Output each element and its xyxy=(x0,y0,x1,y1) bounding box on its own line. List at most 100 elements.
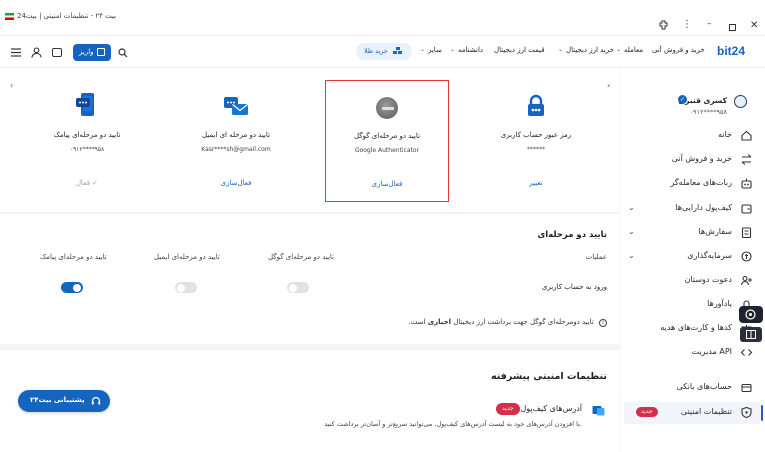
toggle-sms[interactable] xyxy=(61,282,83,293)
sms-active-status: فعال ✓ xyxy=(27,179,147,187)
email-chat-icon xyxy=(224,97,248,115)
note-text: تایید دومرحله‌ای گوگل جهت برداشت ارز دیج… xyxy=(453,318,594,326)
logo[interactable]: bit24 xyxy=(717,45,745,57)
sidebar-item-label: دعوت دوستان xyxy=(684,275,732,284)
col-sms: تایید دو مرحله‌ای پیامک xyxy=(40,253,107,261)
sidebar-item-home[interactable]: خانه xyxy=(624,125,760,147)
maximize-icon[interactable] xyxy=(729,24,736,31)
orders-icon xyxy=(741,227,752,239)
buy-gold-label: خرید طلا xyxy=(364,47,388,55)
chat-icon xyxy=(745,309,756,320)
minimize-icon[interactable]: – xyxy=(707,20,712,29)
extension-icon[interactable] xyxy=(659,20,669,30)
col-operations: عملیات xyxy=(585,253,607,261)
sidebar-item-label: مدیریت API xyxy=(691,347,732,356)
twofa-title: تایید دو مرحله‌ای xyxy=(537,230,607,240)
active-label: فعال xyxy=(75,179,90,187)
gold-bars-icon xyxy=(393,47,402,54)
verified-icon: ✓ xyxy=(678,95,687,104)
active-indicator xyxy=(761,405,763,421)
panel-icon xyxy=(746,330,756,339)
swap-icon xyxy=(741,154,752,165)
sidebar-item-wallets[interactable]: کیف‌پول دارایی‌ها ⌄ xyxy=(624,198,760,220)
side-panel-button[interactable] xyxy=(740,327,762,342)
sidebar-item-api[interactable]: مدیریت API xyxy=(624,342,760,364)
nav-item-trade[interactable]: معامله xyxy=(624,47,643,54)
twofa-note: i تایید دومرحله‌ای گوگل جهت برداشت ارز د… xyxy=(409,318,607,327)
chevron-down-icon: ⌄ xyxy=(628,227,635,236)
deposit-label: واریز xyxy=(79,48,94,56)
row-login-label: ورود به حساب کاربری xyxy=(541,283,607,291)
sidebar-item-bank[interactable]: حساب‌های بانکی xyxy=(624,377,760,399)
user-phone: ۰۹۱۲****۹۵۸ xyxy=(689,108,727,116)
sidebar-item-label: سرمایه‌گذاری xyxy=(687,251,732,260)
nav-item-prices[interactable]: قیمت ارز دیجیتال xyxy=(494,47,545,54)
chevron-down-icon: ⌄ xyxy=(558,46,564,53)
side-chat-button[interactable] xyxy=(739,306,763,323)
sidebar-item-bots[interactable]: ربات‌های معامله‌گر xyxy=(624,173,760,195)
window-titlebar: بیت ۲۴ - تنظیمات امنیتی | بیت24 ⋮ – ✕ xyxy=(0,0,765,36)
sidebar-item-security[interactable]: تنظیمات امنیتی جدید xyxy=(624,402,760,424)
nav-item-other[interactable]: سایر xyxy=(428,47,442,54)
user-icon[interactable] xyxy=(31,47,42,58)
col-email: تایید دو مرحله‌ای ایمیل xyxy=(154,253,220,261)
card-password: رمز عبور حساب کاربری ****** تغییر xyxy=(476,80,596,202)
toggle-google[interactable] xyxy=(287,282,309,293)
sidebar-item-orders[interactable]: سفارش‌ها ⌄ xyxy=(624,222,760,244)
card-title: رمز عبور حساب کاربری xyxy=(500,131,572,139)
close-icon[interactable]: ✕ xyxy=(750,21,758,31)
activate-google-button[interactable]: فعال‌سازی xyxy=(325,180,449,188)
change-password-button[interactable]: تغییر xyxy=(476,179,596,187)
card-email: تایید دو مرحله ای ایمیل Kasr****sh@gmail… xyxy=(176,80,296,202)
deposit-icon xyxy=(97,48,105,56)
avatar[interactable] xyxy=(734,95,747,108)
sidebar-item-label: ربات‌های معامله‌گر xyxy=(670,178,732,187)
nav-item-wiki[interactable]: دانشنامه xyxy=(458,47,483,54)
card-subtitle: Kasr****sh@gmail.com xyxy=(201,146,271,153)
top-navbar: bit24 خرید و فروش آنی معامله ⌄ خرید ارز … xyxy=(0,36,765,68)
sidebar-item-label: خانه xyxy=(718,130,732,139)
note-bold: اجباری xyxy=(427,318,452,326)
flag-icon xyxy=(5,13,14,20)
hamburger-menu-icon[interactable] xyxy=(11,48,21,57)
sidebar: کسری قنبری ✓ ۰۹۱۲****۹۵۸ خانه خرید و فرو… xyxy=(621,68,765,452)
kebab-menu-icon[interactable]: ⋮ xyxy=(682,20,692,30)
bank-icon xyxy=(741,383,752,393)
sidebar-item-label: حساب‌های بانکی xyxy=(676,382,733,391)
wallet-addresses-icon xyxy=(592,406,605,416)
code-icon xyxy=(740,349,753,356)
search-icon[interactable] xyxy=(118,48,128,58)
buy-gold-button[interactable]: خرید طلا xyxy=(356,43,412,60)
wallet-icon xyxy=(741,204,752,214)
nav-item-instant[interactable]: خرید و فروش آنی xyxy=(652,47,705,54)
advanced-title: تنظیمات امنیتی پیشرفته xyxy=(491,371,607,382)
sidebar-item-investment[interactable]: سرمایه‌گذاری ⌄ xyxy=(624,246,760,268)
chevron-down-icon: ⌄ xyxy=(628,203,635,212)
card-title: تایید دو مرحله ای ایمیل xyxy=(201,131,270,139)
card-google-authenticator: تایید دو مرحله‌ای گوگل Google Authentica… xyxy=(325,80,449,202)
wallet-icon[interactable] xyxy=(52,48,62,57)
tab-title: بیت ۲۴ - تنظیمات امنیتی | بیت24 xyxy=(17,12,117,20)
support-button[interactable]: پشتیبانی بیت۲۴ xyxy=(18,390,110,412)
wallet-addresses-desc: با افزودن آدرس‌های خود به لیست آدرس‌های … xyxy=(324,420,582,428)
note-suffix: است. xyxy=(408,318,426,326)
card-subtitle: ۰۹۱۲****۹۵۸ xyxy=(69,146,105,153)
check-icon: ✓ xyxy=(92,179,99,187)
nav-item-buy-crypto[interactable]: خرید ارز دیجیتال xyxy=(566,47,614,54)
card-title: تایید دو مرحله‌ای گوگل xyxy=(353,132,420,140)
toggle-email[interactable] xyxy=(175,282,197,293)
deposit-button[interactable]: واریز xyxy=(73,44,111,61)
chevron-right-icon[interactable]: › xyxy=(607,82,610,90)
support-label: پشتیبانی بیت۲۴ xyxy=(30,396,85,404)
chevron-left-icon[interactable]: ‹ xyxy=(10,82,13,90)
sidebar-item-label: کیف‌پول دارایی‌ها xyxy=(675,203,732,212)
sidebar-item-invite[interactable]: دعوت دوستان xyxy=(624,270,760,292)
sms-phone-icon xyxy=(76,93,94,116)
headset-icon xyxy=(91,396,101,405)
activate-email-button[interactable]: فعال‌سازی xyxy=(176,179,296,187)
twofa-panel: تایید دو مرحله‌ای عملیات تایید دو مرحله‌… xyxy=(0,214,620,344)
sidebar-item-instant[interactable]: خرید و فروش آنی xyxy=(624,149,760,171)
new-badge: جدید xyxy=(636,407,658,417)
col-google: تایید دو مرحله‌ای گوگل xyxy=(268,253,335,261)
chevron-down-icon: ⌄ xyxy=(450,46,456,53)
